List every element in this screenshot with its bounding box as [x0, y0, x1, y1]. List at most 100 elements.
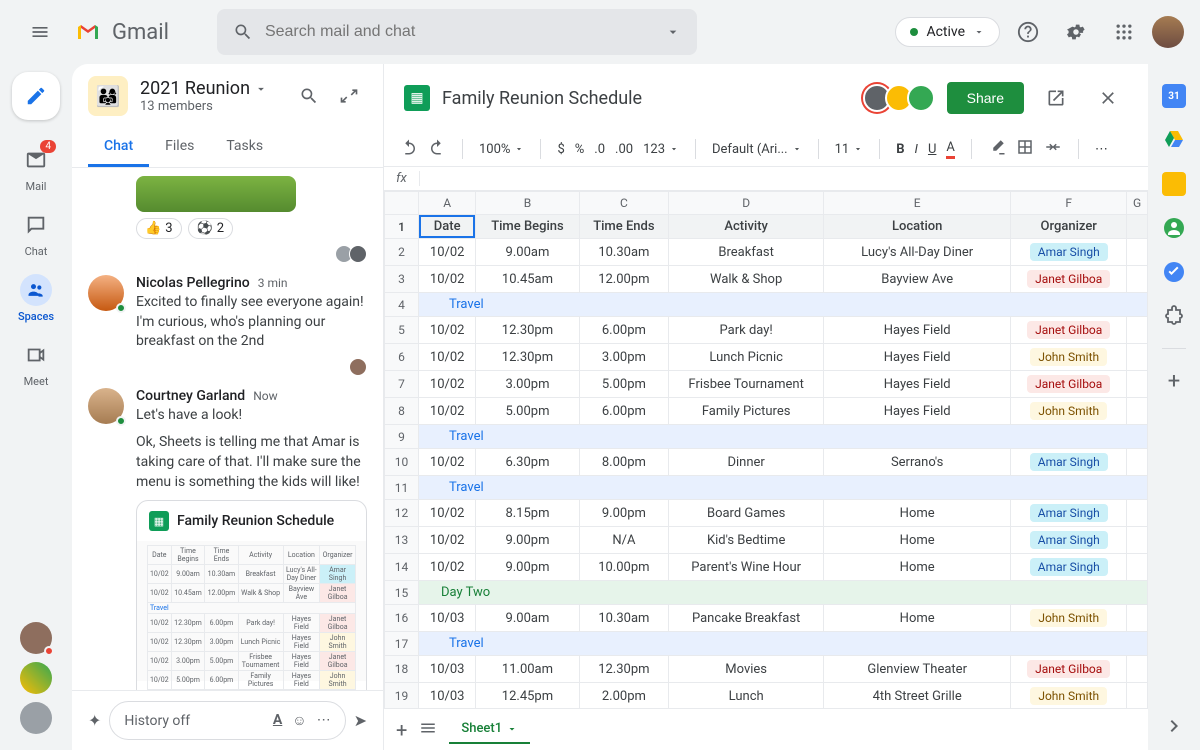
- data-cell[interactable]: Lunch Picnic: [669, 344, 824, 371]
- travel-cell[interactable]: Travel: [419, 476, 1148, 500]
- contacts-app-icon[interactable]: [1162, 216, 1186, 240]
- data-cell[interactable]: Dinner: [669, 449, 824, 476]
- italic-button[interactable]: I: [915, 142, 918, 157]
- travel-cell[interactable]: Travel: [419, 425, 1148, 449]
- compose-button[interactable]: [12, 72, 60, 120]
- sheet-tab[interactable]: Sheet1: [449, 715, 530, 744]
- organizer-cell[interactable]: Amar Singh: [1011, 527, 1127, 554]
- data-cell[interactable]: Board Games: [669, 500, 824, 527]
- data-cell[interactable]: Hayes Field: [824, 371, 1011, 398]
- tab-tasks[interactable]: Tasks: [210, 128, 279, 167]
- data-cell[interactable]: 3.00pm: [579, 344, 669, 371]
- nav-chat[interactable]: Chat: [8, 209, 64, 258]
- data-cell[interactable]: Home: [824, 500, 1011, 527]
- travel-cell[interactable]: Travel: [419, 293, 1148, 317]
- chat-collapse-button[interactable]: [331, 78, 367, 114]
- data-cell[interactable]: 10/03: [419, 656, 476, 683]
- row-number[interactable]: 10: [385, 449, 419, 476]
- main-menu-button[interactable]: [16, 8, 64, 56]
- rail-avatar-3[interactable]: [20, 702, 52, 734]
- spreadsheet-grid[interactable]: ABCDEFG 1DateTime BeginsTime EndsActivit…: [384, 191, 1148, 708]
- header-cell[interactable]: Activity: [669, 215, 824, 239]
- data-cell[interactable]: Pancake Breakfast: [669, 605, 824, 632]
- data-cell[interactable]: 10/02: [419, 554, 476, 581]
- organizer-cell[interactable]: John Smith: [1011, 605, 1127, 632]
- data-cell[interactable]: 6.00pm: [579, 317, 669, 344]
- travel-cell[interactable]: Travel: [419, 632, 1148, 656]
- data-cell[interactable]: Home: [824, 605, 1011, 632]
- data-cell[interactable]: 10/02: [419, 266, 476, 293]
- data-cell[interactable]: Movies: [669, 656, 824, 683]
- data-cell[interactable]: 5.00pm: [476, 398, 579, 425]
- data-cell[interactable]: 10/03: [419, 683, 476, 709]
- data-cell[interactable]: 10.30am: [579, 239, 669, 266]
- data-cell[interactable]: Home: [824, 527, 1011, 554]
- data-cell[interactable]: 10/02: [419, 398, 476, 425]
- data-cell[interactable]: Family Pictures: [669, 398, 824, 425]
- organizer-cell[interactable]: Amar Singh: [1011, 500, 1127, 527]
- reaction-thumbs-up[interactable]: 👍 3: [136, 218, 182, 239]
- data-cell[interactable]: Hayes Field: [824, 398, 1011, 425]
- toolbar-more-button[interactable]: ⋯: [1095, 142, 1108, 157]
- header-cell[interactable]: Organizer: [1011, 215, 1127, 239]
- merge-button[interactable]: [1044, 138, 1062, 160]
- data-cell[interactable]: Serrano's: [824, 449, 1011, 476]
- close-button[interactable]: [1088, 78, 1128, 118]
- column-header[interactable]: D: [669, 192, 824, 215]
- organizer-cell[interactable]: John Smith: [1011, 398, 1127, 425]
- data-cell[interactable]: 2.00pm: [579, 683, 669, 709]
- header-cell[interactable]: Time Ends: [579, 215, 669, 239]
- chat-search-button[interactable]: [291, 78, 327, 114]
- data-cell[interactable]: 8.00pm: [579, 449, 669, 476]
- data-cell[interactable]: 10/02: [419, 449, 476, 476]
- search-input[interactable]: [265, 23, 653, 41]
- percent-button[interactable]: %: [575, 142, 585, 157]
- data-cell[interactable]: N/A: [579, 527, 669, 554]
- row-number[interactable]: 8: [385, 398, 419, 425]
- data-cell[interactable]: 3.00pm: [476, 371, 579, 398]
- data-cell[interactable]: Bayview Ave: [824, 266, 1011, 293]
- row-number[interactable]: 3: [385, 266, 419, 293]
- row-number[interactable]: 4: [385, 293, 419, 317]
- data-cell[interactable]: 10/02: [419, 371, 476, 398]
- apps-button[interactable]: [1104, 12, 1144, 52]
- data-cell[interactable]: 5.00pm: [579, 371, 669, 398]
- organizer-cell[interactable]: Janet Gilboa: [1011, 266, 1127, 293]
- data-cell[interactable]: Hayes Field: [824, 344, 1011, 371]
- redo-button[interactable]: [428, 138, 446, 160]
- column-header[interactable]: E: [824, 192, 1011, 215]
- tab-files[interactable]: Files: [149, 128, 210, 167]
- data-cell[interactable]: 9.00pm: [476, 527, 579, 554]
- keep-app-icon[interactable]: [1162, 172, 1186, 196]
- data-cell[interactable]: Frisbee Tournament: [669, 371, 824, 398]
- search-bar[interactable]: [217, 9, 697, 55]
- addons-app-icon[interactable]: [1162, 304, 1186, 328]
- nav-spaces[interactable]: Spaces: [8, 274, 64, 323]
- data-cell[interactable]: 10/03: [419, 605, 476, 632]
- organizer-cell[interactable]: Amar Singh: [1011, 554, 1127, 581]
- column-header[interactable]: C: [579, 192, 669, 215]
- data-cell[interactable]: 9.00am: [476, 605, 579, 632]
- row-number[interactable]: 15: [385, 581, 419, 605]
- expand-panel-button[interactable]: [1162, 714, 1186, 738]
- reaction-soccer[interactable]: ⚽ 2: [188, 218, 234, 239]
- data-cell[interactable]: Park day!: [669, 317, 824, 344]
- data-cell[interactable]: 10/02: [419, 317, 476, 344]
- data-cell[interactable]: 8.15pm: [476, 500, 579, 527]
- text-color-button[interactable]: A: [946, 140, 954, 159]
- rail-avatar-2[interactable]: [20, 662, 52, 694]
- data-cell[interactable]: Kid's Bedtime: [669, 527, 824, 554]
- data-cell[interactable]: 12.30pm: [476, 317, 579, 344]
- borders-button[interactable]: [1016, 138, 1034, 160]
- column-header[interactable]: F: [1011, 192, 1127, 215]
- nav-mail[interactable]: 4 Mail: [8, 144, 64, 193]
- header-cell[interactable]: Date: [419, 215, 476, 239]
- organizer-cell[interactable]: Janet Gilboa: [1011, 656, 1127, 683]
- help-button[interactable]: [1008, 12, 1048, 52]
- organizer-cell[interactable]: Janet Gilboa: [1011, 317, 1127, 344]
- add-sheet-button[interactable]: +: [396, 718, 407, 742]
- add-button[interactable]: +: [1162, 369, 1186, 393]
- data-cell[interactable]: 10/02: [419, 344, 476, 371]
- data-cell[interactable]: 10/02: [419, 527, 476, 554]
- data-cell[interactable]: 9.00am: [476, 239, 579, 266]
